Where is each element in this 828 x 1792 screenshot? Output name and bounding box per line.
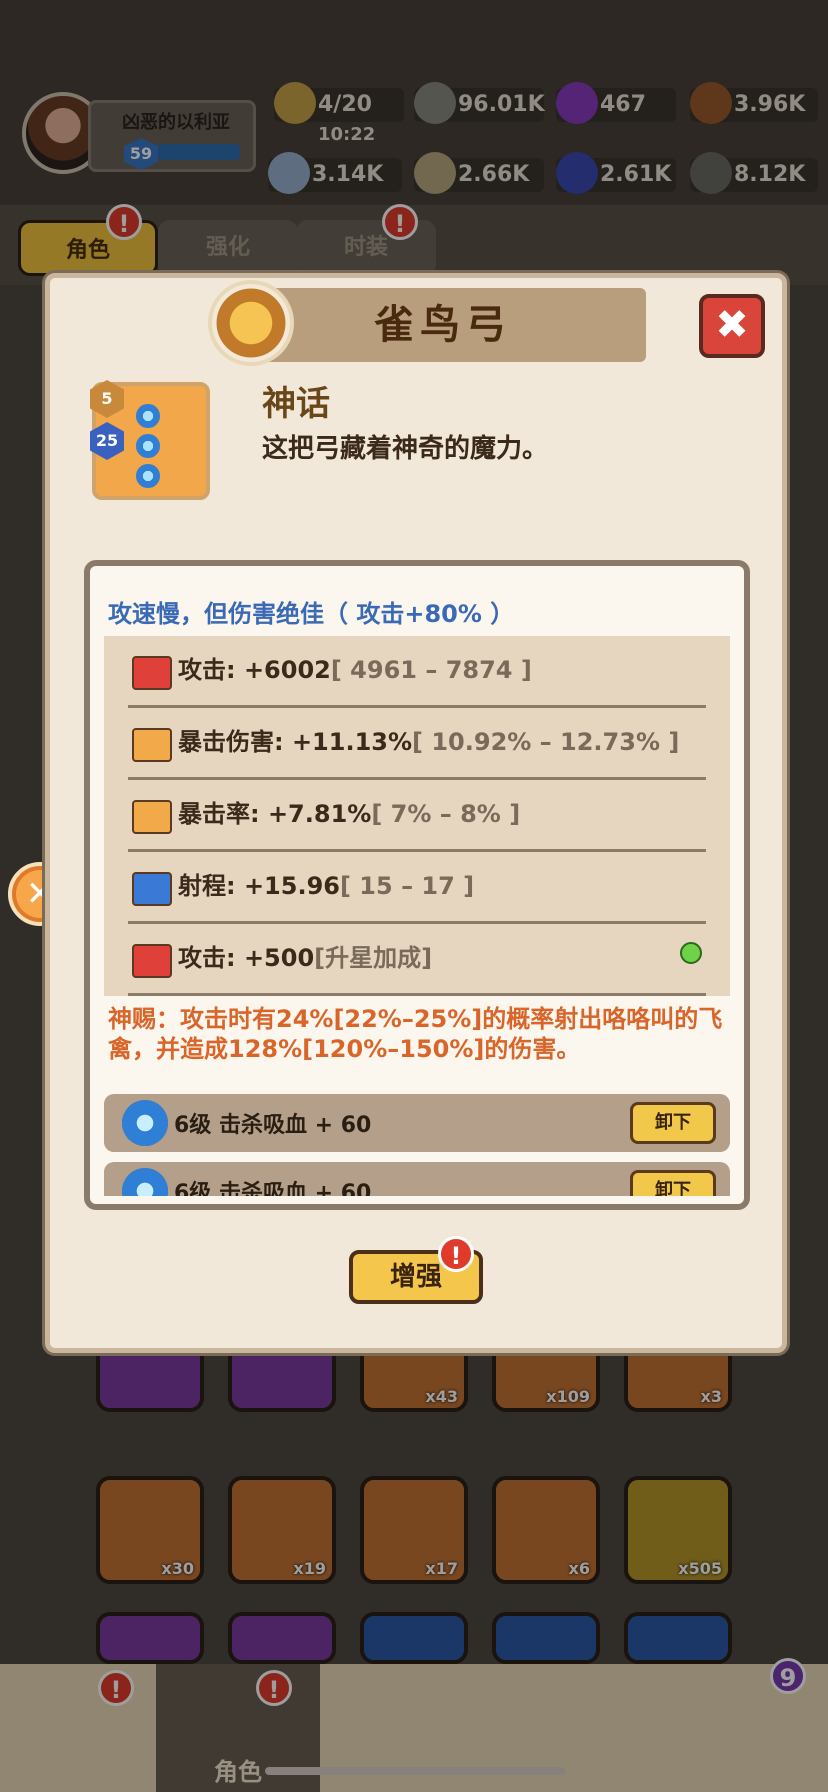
- stat-label: 攻击: +500: [178, 944, 315, 972]
- stat-range: [ 7% – 8% ]: [371, 800, 521, 828]
- stat-row-crit-damage: 暴击伤害: +11.13%[ 10.92% – 12.73% ]: [128, 708, 706, 780]
- gem-slot-row: 6级 击杀吸血 + 60 卸下: [104, 1094, 730, 1152]
- stat-range: [ 15 – 17 ]: [339, 872, 475, 900]
- active-status-dot: [680, 942, 702, 964]
- stat-row-range: 射程: +15.96[ 15 – 17 ]: [128, 852, 706, 924]
- socket-gem-icon: [136, 464, 160, 488]
- unequip-button[interactable]: 卸下: [630, 1102, 716, 1144]
- crit-damage-icon: [132, 728, 172, 762]
- gem-effect: 6级 击杀吸血 + 60: [174, 1181, 372, 1196]
- blue-gem-icon: [122, 1100, 168, 1146]
- stat-range: [ 4961 – 7874 ]: [330, 656, 532, 684]
- stat-row-attack: 攻击: +6002[ 4961 – 7874 ]: [128, 636, 706, 708]
- range-icon: [132, 872, 172, 906]
- stat-label: 暴击伤害: +11.13%: [178, 728, 413, 756]
- unequip-button[interactable]: 卸下: [630, 1170, 716, 1196]
- socket-gem-icon: [136, 404, 160, 428]
- stat-label: 暴击率: +7.81%: [178, 800, 372, 828]
- item-title: 雀鸟弓: [374, 302, 512, 348]
- attack-icon: [132, 944, 172, 978]
- stats-list: 攻击: +6002[ 4961 – 7874 ] 暴击伤害: +11.13%[ …: [104, 636, 730, 996]
- stat-range: [升星加成]: [314, 944, 433, 972]
- gem-slot-row-clip: 6级 击杀吸血 + 60 卸下: [104, 1162, 730, 1196]
- close-button[interactable]: ✖: [699, 294, 765, 358]
- item-rarity: 神话: [262, 384, 330, 424]
- divine-effect: 神赐：攻击时有24%[22%–25%]的概率射出咯咯叫的飞禽，并造成128%[1…: [108, 1005, 723, 1063]
- stat-range: [ 10.92% – 12.73% ]: [412, 728, 680, 756]
- weapon-trait: 攻速慢，但伤害绝佳（ 攻击+80% ）: [108, 600, 515, 628]
- stat-row-crit-rate: 暴击率: +7.81%[ 7% – 8% ]: [128, 780, 706, 852]
- blue-gem-icon: [122, 1168, 168, 1196]
- stat-row-star-attack: 攻击: +500[升星加成]: [128, 924, 706, 996]
- item-description: 这把弓藏着神奇的魔力。: [262, 434, 549, 464]
- socket-gem-icon: [136, 434, 160, 458]
- attack-icon: [132, 656, 172, 690]
- stat-label: 射程: +15.96: [178, 872, 340, 900]
- gem-effect: 6级 击杀吸血 + 60: [174, 1113, 372, 1138]
- enhance-alert: !: [438, 1236, 474, 1272]
- stat-label: 攻击: +6002: [178, 656, 331, 684]
- crit-rate-icon: [132, 800, 172, 834]
- rarity-emblem-icon: [208, 280, 294, 366]
- gem-slot-row: 6级 击杀吸血 + 60 卸下: [104, 1162, 730, 1196]
